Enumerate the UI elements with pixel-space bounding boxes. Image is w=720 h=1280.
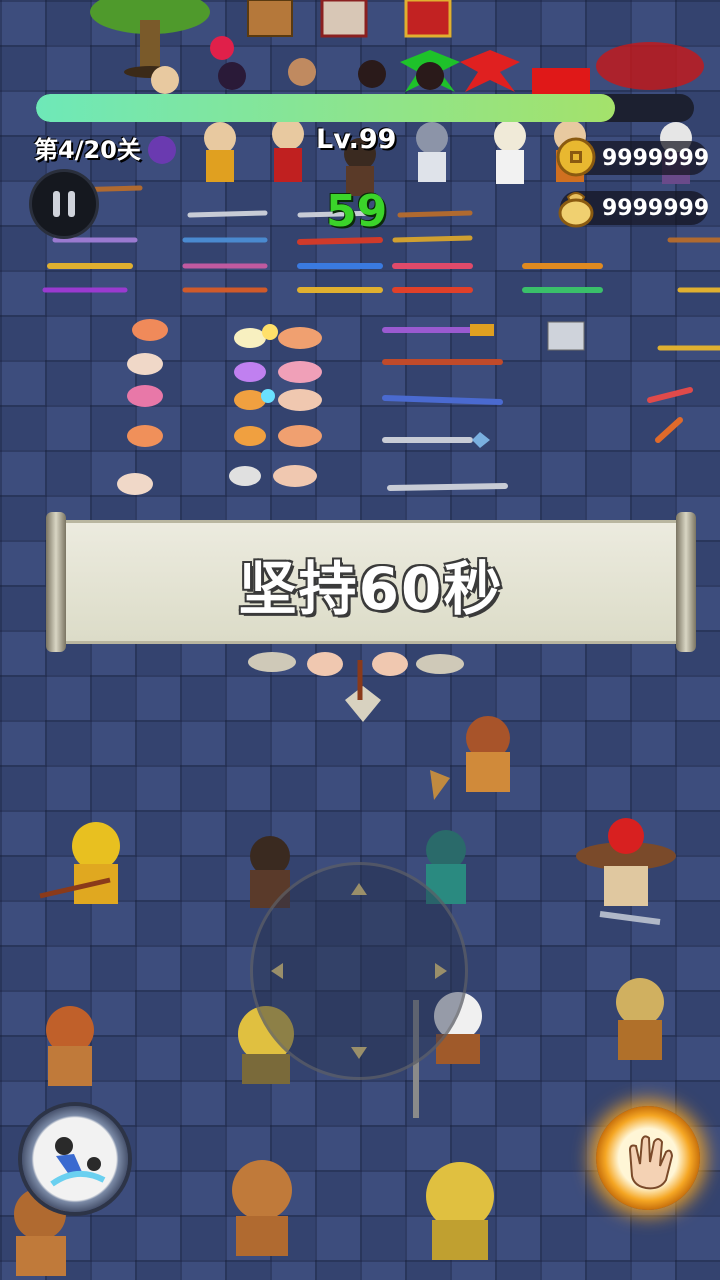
arrow-left-icon (271, 963, 283, 979)
ingot-amount: 9999999 (602, 195, 710, 221)
stage-label: 第4/20关 (34, 136, 141, 164)
treasure-chest (247, 0, 293, 37)
virtual-joystick[interactable] (250, 862, 468, 1080)
dash-skill-icon (50, 1137, 106, 1187)
treasure-chest (404, 0, 452, 38)
weapon-fan (248, 652, 464, 722)
arrow-down-icon (351, 1047, 367, 1059)
palm-strike-icon (628, 1135, 674, 1190)
countdown-timer: 59 (326, 186, 388, 237)
ingot-counter: 9999999 (558, 191, 710, 228)
health-bar (36, 94, 694, 122)
dash-skill-button[interactable] (22, 1106, 128, 1212)
arrow-up-icon (351, 883, 367, 895)
player-level: Lv.99 (316, 124, 397, 155)
health-bar-fill (36, 94, 616, 122)
money-bag-icon (558, 192, 594, 228)
coin-icon (556, 137, 596, 177)
pause-icon (68, 191, 75, 217)
treasure-chest (320, 0, 368, 38)
coin-amount: 9999999 (602, 145, 710, 171)
tree-decoration (90, 0, 210, 78)
arrow-right-icon (435, 963, 447, 979)
objective-banner: 坚持60秒 (46, 512, 696, 652)
coin-counter: 9999999 (556, 137, 710, 177)
pause-icon (53, 191, 60, 217)
potion (210, 36, 234, 60)
palm-projectiles (117, 319, 322, 495)
objective-text: 坚持60秒 (238, 555, 504, 623)
pause-button[interactable] (32, 172, 96, 236)
palm-strike-button[interactable] (596, 1106, 700, 1210)
